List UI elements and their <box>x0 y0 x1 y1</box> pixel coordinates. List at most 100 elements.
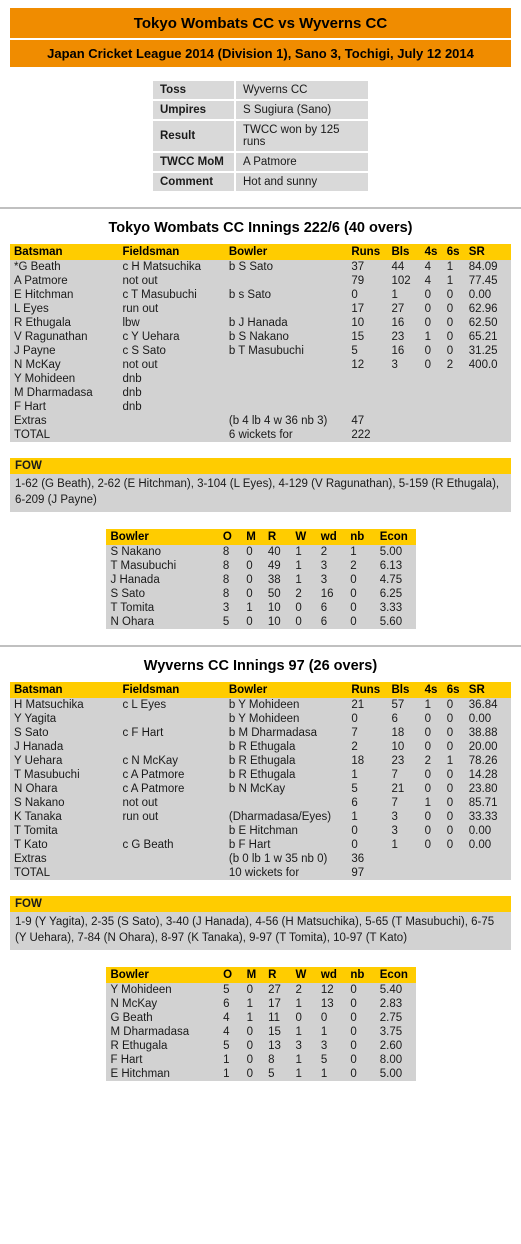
cell-bowler: b T Masubuchi <box>228 345 304 357</box>
cell-balls <box>392 386 425 400</box>
innings-section-2: Wyverns CC Innings 97 (26 overs) Batsman… <box>0 647 521 1082</box>
cell-runs: 1 <box>351 811 358 824</box>
cell-sixes <box>447 866 469 880</box>
cell-maidens: 0 <box>246 588 253 601</box>
cell-fours <box>425 372 447 386</box>
cell-overs: 4 <box>223 1026 230 1039</box>
cell-bowler <box>229 372 351 386</box>
cell-runs: 15 <box>351 331 365 343</box>
cell-wides: 1 <box>320 1026 328 1039</box>
cell-sixes: 0 <box>446 331 454 343</box>
cell-strikerate <box>469 400 511 414</box>
cell-sixes: 2 <box>446 359 454 371</box>
match-title: Tokyo Wombats CC vs Wyverns CC <box>10 8 511 38</box>
match-info-label: Comment <box>153 172 236 191</box>
cell-bowler-name: T Masubuchi <box>110 560 177 573</box>
cell-wides: 13 <box>320 998 334 1011</box>
cell-bowler-name: F Hart <box>110 1054 143 1067</box>
cell-runs: 5 <box>351 783 358 796</box>
cell-runs: 2 <box>351 741 358 754</box>
cell-balls: 3 <box>391 359 398 371</box>
fow-section-2: FOW 1-9 (Y Yagita), 2-35 (S Sato), 3-40 … <box>10 896 511 951</box>
cell-balls: 6 <box>391 713 398 726</box>
cell-bowler-name: N Ohara <box>110 616 154 629</box>
cell-wickets: 0 <box>295 616 302 629</box>
bowling-table-1: Bowler O M R W wd nb Econ S Nakano 8 0 40 1 2… <box>105 529 416 630</box>
cell-batsman: Y Yagita <box>14 713 57 726</box>
cell-wickets: 0 <box>295 602 302 615</box>
cell-runs-conceded: 10 <box>267 616 281 629</box>
col-maidens: M <box>246 529 268 546</box>
batting-header-row: Batsman Fieldsman Bowler Runs Bls 4s 6s … <box>10 244 511 260</box>
col-economy: Econ <box>379 967 416 984</box>
cell-balls <box>392 866 425 880</box>
cell-fieldsman: c N McKay <box>122 755 179 768</box>
cell-bowler: b N McKay <box>228 783 286 796</box>
cell-balls: 7 <box>391 769 398 782</box>
col-bowler-name: Bowler <box>105 529 223 546</box>
col-strikerate: SR <box>468 682 511 699</box>
cell-sixes: 0 <box>446 289 454 301</box>
bowling-head-1: Bowler O M R W wd nb Econ <box>105 529 416 546</box>
cell-strikerate <box>469 852 511 866</box>
cell-fieldsman: c T Masubuchi <box>122 289 197 301</box>
cell-balls: 7 <box>391 797 398 810</box>
cell-fieldsman: dnb <box>122 387 142 399</box>
cell-fieldsman <box>122 428 228 442</box>
cell-bowler: 6 wickets for <box>228 429 293 441</box>
cell-strikerate: 65.21 <box>468 331 498 343</box>
col-wickets: W <box>295 529 321 546</box>
cell-economy: 5.60 <box>379 616 403 629</box>
cell-balls <box>392 852 425 866</box>
cell-fieldsman: c A Patmore <box>122 783 185 796</box>
cell-batsman: J Hanada <box>14 741 64 754</box>
table-row: N Ohara c A Patmore b N McKay 5 21 0 0 23.80 <box>10 782 511 796</box>
cell-fours: 0 <box>424 727 432 740</box>
batting-table-1: Batsman Fieldsman Bowler Runs Bls 4s 6s … <box>10 244 511 442</box>
cell-wides: 6 <box>320 616 328 629</box>
cell-batsman: *G Beath <box>14 261 61 273</box>
cell-fours <box>425 400 447 414</box>
cell-fours: 1 <box>424 699 432 712</box>
cell-strikerate: 0.00 <box>468 289 492 301</box>
table-row: J Hanada b R Ethugala 2 10 0 0 20.00 <box>10 740 511 754</box>
cell-fieldsman <box>122 740 228 754</box>
cell-sixes <box>447 414 469 428</box>
cell-batsman: Y Uehara <box>14 755 63 768</box>
col-maidens: M <box>246 967 269 984</box>
cell-maidens: 1 <box>246 602 253 615</box>
match-subtitle: Japan Cricket League 2014 (Division 1), … <box>10 40 511 67</box>
cell-sixes: 0 <box>446 345 454 357</box>
col-overs: O <box>222 529 247 546</box>
cell-runs-conceded: 40 <box>267 546 281 559</box>
cell-sixes: 1 <box>446 261 454 273</box>
cell-bowler: b S Nakano <box>228 331 289 343</box>
cell-fours: 0 <box>424 289 432 301</box>
cell-sixes <box>447 852 469 866</box>
cell-economy: 2.75 <box>379 1012 403 1025</box>
cell-strikerate: 14.28 <box>468 769 498 782</box>
table-row: M Dharmadasa 4 0 15 1 1 0 3.75 <box>106 1025 416 1039</box>
table-row: V Ragunathan c Y Uehara b S Nakano 15 23 1 0 65… <box>10 330 511 344</box>
cell-runs: 0 <box>351 289 358 301</box>
cell-batsman: Extras <box>14 415 47 427</box>
table-row: T Tomita 3 1 10 0 6 0 3.33 <box>106 601 416 615</box>
table-row: F Hart dnb <box>10 400 511 414</box>
cell-bowler: (b 0 lb 1 w 35 nb 0) <box>228 853 328 866</box>
cell-runs-conceded: 10 <box>267 602 281 615</box>
cell-overs: 3 <box>222 602 230 615</box>
match-info-label: Result <box>153 120 236 153</box>
cell-fieldsman: lbw <box>122 317 140 329</box>
cell-bowler-name: E Hitchman <box>110 1068 170 1081</box>
table-row: N McKay 6 1 17 1 13 0 2.83 <box>106 997 416 1011</box>
cell-sixes <box>447 400 469 414</box>
cell-bowler-name: N McKay <box>110 998 158 1011</box>
col-wides: wd <box>320 967 351 984</box>
cell-fieldsman: run out <box>122 811 159 824</box>
cell-batsman: M Dharmadasa <box>14 387 93 399</box>
cell-fieldsman <box>122 414 228 428</box>
cell-runs: 21 <box>351 699 365 712</box>
cell-wickets: 3 <box>295 1040 302 1053</box>
cell-bowler-name: T Tomita <box>110 602 155 615</box>
table-row: H Matsuchika c L Eyes b Y Mohideen 21 57 1 0 36… <box>10 698 511 712</box>
